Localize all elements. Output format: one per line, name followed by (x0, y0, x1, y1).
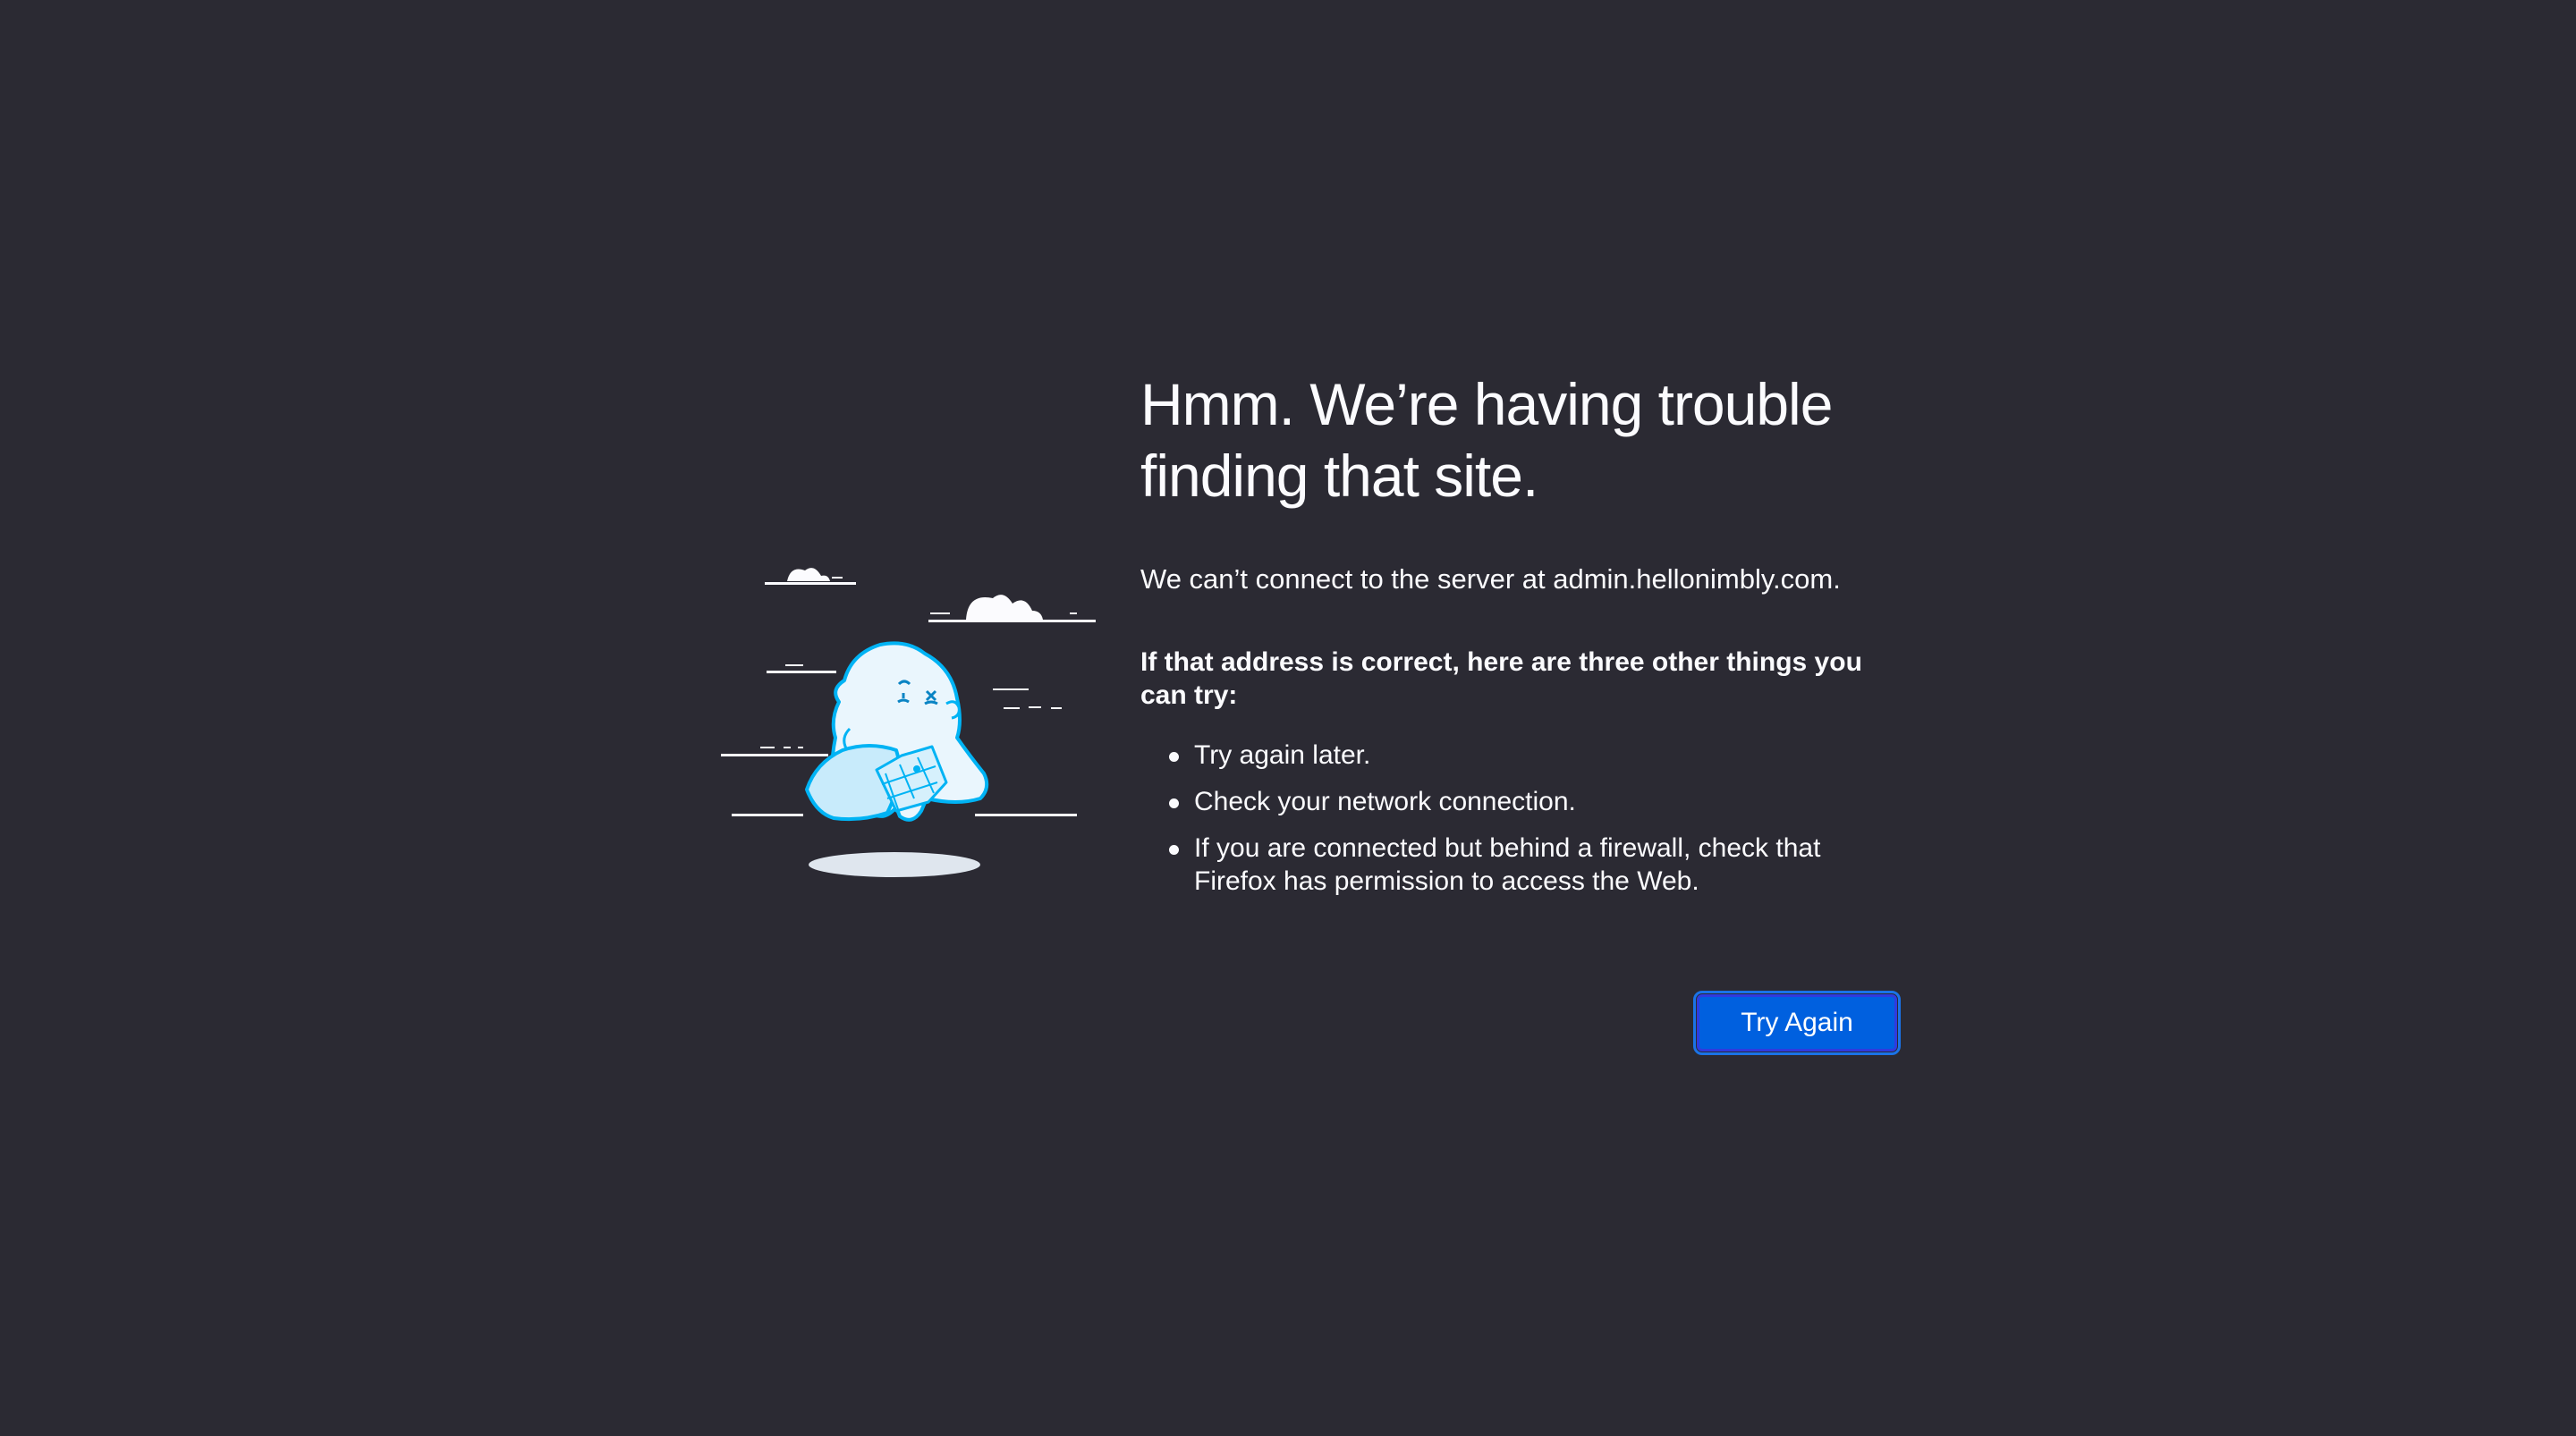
lost-dino-with-map-illustration (716, 550, 1100, 890)
error-title: Hmm. We’re having trouble finding that s… (1140, 371, 1833, 509)
suggestion-text: Try again later. (1194, 740, 1371, 770)
cloud-left-icon (765, 568, 856, 585)
bullet-icon (1169, 798, 1179, 808)
error-content: Hmm. We’re having trouble finding that s… (1140, 368, 1910, 911)
suggestion-text: Check your network connection. (1194, 787, 1576, 816)
actions-row: Try Again (1693, 991, 1901, 1055)
bullet-icon (1169, 845, 1179, 855)
suggestion-item: Try again later. (1169, 739, 1874, 772)
suggestions-list: Try again later. Check your network conn… (1140, 739, 1910, 898)
suggestion-item: Check your network connection. (1169, 785, 1874, 818)
ground-shadow (809, 852, 980, 877)
suggestion-text: If you are connected but behind a firewa… (1194, 833, 1821, 896)
suggestion-item: If you are connected but behind a firewa… (1169, 832, 1874, 898)
bullet-icon (1169, 752, 1179, 762)
try-again-button[interactable]: Try Again (1693, 991, 1901, 1055)
suggestions-heading: If that address is correct, here are thr… (1140, 647, 1862, 710)
dino-body (805, 641, 989, 822)
cloud-right-icon (928, 595, 1096, 622)
error-page: Hmm. We’re having trouble finding that s… (0, 0, 2576, 1436)
illustration-svg (721, 568, 1096, 877)
error-description: We can’t connect to the server at admin.… (1140, 563, 1841, 595)
